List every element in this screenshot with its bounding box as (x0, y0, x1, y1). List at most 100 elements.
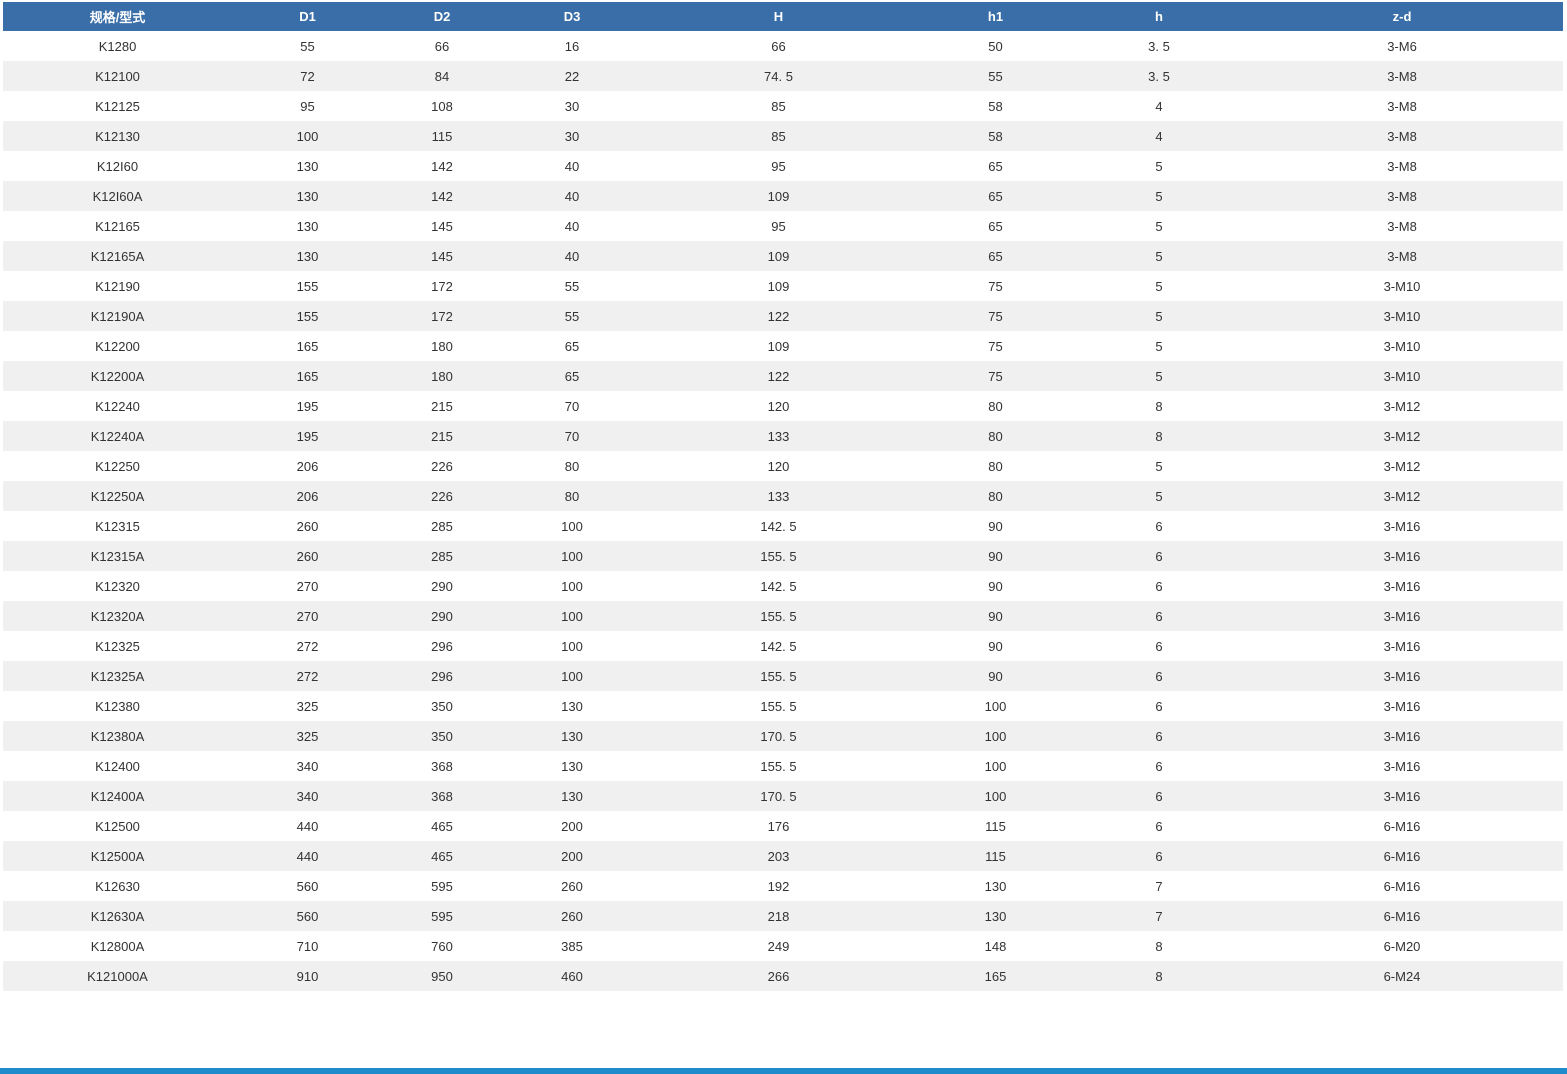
table-row: K12400A 340 368 130 170. 5 100 6 3-M16 (3, 781, 1563, 811)
table-cell-d1: 710 (232, 931, 383, 961)
header-cell-h: h (1077, 2, 1241, 31)
table-row: K12165A 130 145 40 109 65 5 3-M8 (3, 241, 1563, 271)
table-cell-d3: 100 (501, 631, 643, 661)
table-cell-H: 95 (643, 151, 914, 181)
table-cell-d2: 66 (383, 31, 501, 61)
table-cell-H: 120 (643, 451, 914, 481)
table-row: K12500 440 465 200 176 115 6 6-M16 (3, 811, 1563, 841)
table-cell-h: 8 (1077, 961, 1241, 991)
table-row: K12500A 440 465 200 203 115 6 6-M16 (3, 841, 1563, 871)
table-cell-zd: 3-M12 (1241, 481, 1563, 511)
table-row: K12800A 710 760 385 249 148 8 6-M20 (3, 931, 1563, 961)
table-cell-h: 6 (1077, 571, 1241, 601)
table-cell-d2: 84 (383, 61, 501, 91)
table-cell-h1: 148 (914, 931, 1077, 961)
table-cell-H: 74. 5 (643, 61, 914, 91)
table-cell-d1: 260 (232, 541, 383, 571)
table-cell-model: K12380A (3, 721, 232, 751)
table-cell-d1: 155 (232, 271, 383, 301)
table-cell-d2: 145 (383, 241, 501, 271)
table-cell-d2: 226 (383, 481, 501, 511)
table-cell-d1: 440 (232, 841, 383, 871)
table-cell-model: K12165 (3, 211, 232, 241)
table-cell-zd: 6-M16 (1241, 841, 1563, 871)
table-cell-H: 142. 5 (643, 571, 914, 601)
table-cell-d1: 195 (232, 391, 383, 421)
table-cell-d3: 80 (501, 481, 643, 511)
table-cell-zd: 6-M16 (1241, 901, 1563, 931)
table-cell-zd: 3-M8 (1241, 151, 1563, 181)
table-cell-d3: 130 (501, 781, 643, 811)
table-cell-model: K12400A (3, 781, 232, 811)
table-cell-zd: 3-M16 (1241, 661, 1563, 691)
table-cell-zd: 3-M8 (1241, 241, 1563, 271)
table-cell-zd: 3-M8 (1241, 91, 1563, 121)
table-cell-h1: 58 (914, 121, 1077, 151)
table-cell-model: K12320 (3, 571, 232, 601)
table-cell-d2: 142 (383, 151, 501, 181)
table-row: K12125 95 108 30 85 58 4 3-M8 (3, 91, 1563, 121)
table-cell-h1: 100 (914, 691, 1077, 721)
table-cell-H: 142. 5 (643, 511, 914, 541)
table-cell-h: 6 (1077, 781, 1241, 811)
table-cell-h1: 65 (914, 181, 1077, 211)
table-cell-zd: 3-M8 (1241, 181, 1563, 211)
table-cell-model: K1280 (3, 31, 232, 61)
table-cell-d1: 195 (232, 421, 383, 451)
table-cell-h: 4 (1077, 121, 1241, 151)
table-cell-d1: 272 (232, 661, 383, 691)
table-row: K12630A 560 595 260 218 130 7 6-M16 (3, 901, 1563, 931)
table-cell-d2: 465 (383, 811, 501, 841)
table-row: K12I60 130 142 40 95 65 5 3-M8 (3, 151, 1563, 181)
table-header-row: 规格/型式 D1 D2 D3 H h1 h z-d (3, 2, 1563, 31)
table-cell-h: 5 (1077, 331, 1241, 361)
table-cell-h1: 90 (914, 541, 1077, 571)
table-cell-zd: 3-M8 (1241, 211, 1563, 241)
table-cell-d3: 55 (501, 271, 643, 301)
table-cell-d3: 70 (501, 421, 643, 451)
table-cell-d3: 460 (501, 961, 643, 991)
table-cell-zd: 3-M10 (1241, 361, 1563, 391)
table-cell-h: 6 (1077, 601, 1241, 631)
table-cell-H: 155. 5 (643, 601, 914, 631)
table-cell-d3: 40 (501, 151, 643, 181)
table-cell-zd: 3-M8 (1241, 61, 1563, 91)
table-row: K12200 165 180 65 109 75 5 3-M10 (3, 331, 1563, 361)
table-cell-h1: 55 (914, 61, 1077, 91)
table-cell-h1: 65 (914, 151, 1077, 181)
table-cell-model: K12630 (3, 871, 232, 901)
table-cell-d2: 760 (383, 931, 501, 961)
table-cell-h: 6 (1077, 811, 1241, 841)
table-cell-zd: 6-M20 (1241, 931, 1563, 961)
table-cell-H: 203 (643, 841, 914, 871)
table-cell-model: K12240 (3, 391, 232, 421)
table-cell-h: 5 (1077, 211, 1241, 241)
header-cell-H: H (643, 2, 914, 31)
table-cell-h1: 90 (914, 631, 1077, 661)
table-cell-d3: 260 (501, 901, 643, 931)
table-cell-d2: 180 (383, 331, 501, 361)
table-cell-d1: 130 (232, 181, 383, 211)
table-cell-H: 155. 5 (643, 661, 914, 691)
table-row: K12400 340 368 130 155. 5 100 6 3-M16 (3, 751, 1563, 781)
page: 规格/型式 D1 D2 D3 H h1 h z-d K1280 55 66 16 66 5… (0, 0, 1567, 1074)
table-cell-model: K12325A (3, 661, 232, 691)
table-cell-d2: 290 (383, 571, 501, 601)
header-cell-zd: z-d (1241, 2, 1563, 31)
header-cell-model: 规格/型式 (3, 2, 232, 31)
table-cell-d2: 350 (383, 691, 501, 721)
table-cell-d1: 130 (232, 151, 383, 181)
table-row: K12250 206 226 80 120 80 5 3-M12 (3, 451, 1563, 481)
table-cell-d3: 55 (501, 301, 643, 331)
table-cell-model: K12320A (3, 601, 232, 631)
table-cell-zd: 3-M16 (1241, 571, 1563, 601)
table-cell-h1: 130 (914, 871, 1077, 901)
table-cell-d2: 296 (383, 661, 501, 691)
header-cell-d1: D1 (232, 2, 383, 31)
table-cell-d2: 368 (383, 751, 501, 781)
table-cell-H: 142. 5 (643, 631, 914, 661)
table-cell-zd: 3-M10 (1241, 271, 1563, 301)
table-cell-d3: 16 (501, 31, 643, 61)
table-cell-h1: 100 (914, 751, 1077, 781)
table-cell-model: K12190 (3, 271, 232, 301)
